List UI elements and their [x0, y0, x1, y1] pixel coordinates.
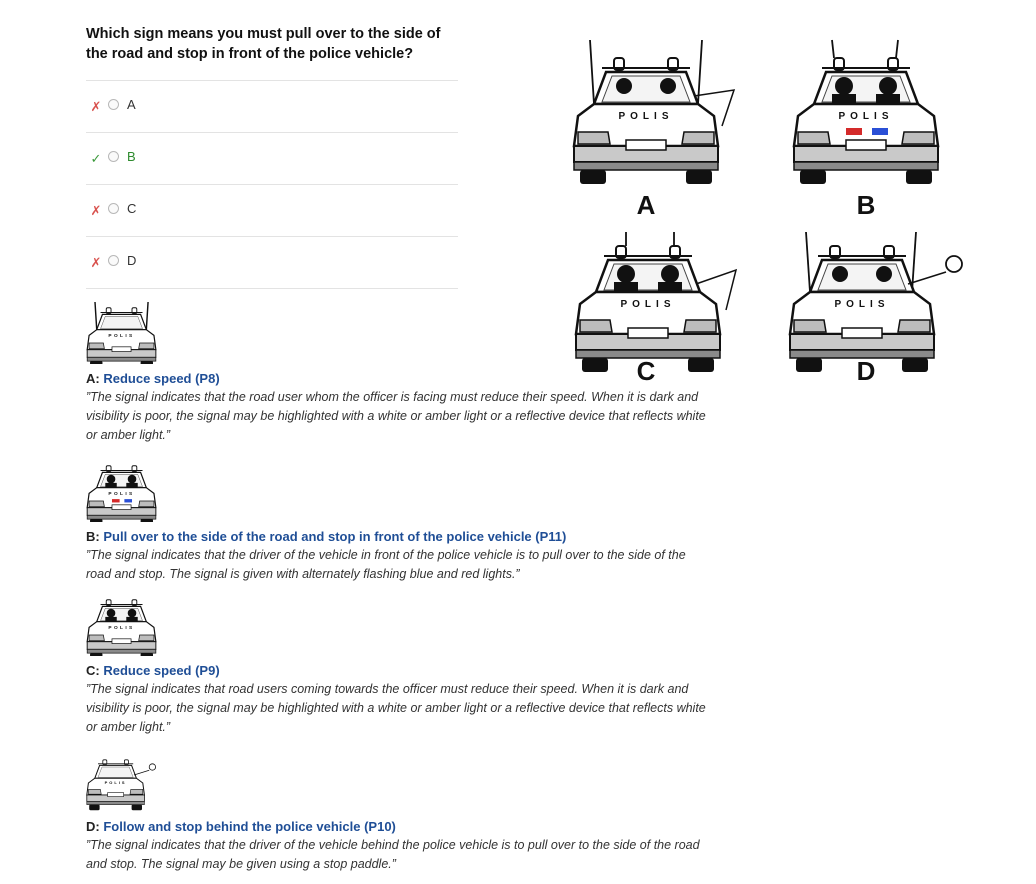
option-b-label: B [127, 149, 136, 164]
answer-options: ✗ A ✓ B ✗ C ✗ D [86, 80, 458, 289]
figure-label-a: A [637, 190, 656, 220]
option-a[interactable]: ✗ A [86, 80, 458, 132]
thumbnail-car-a [86, 302, 157, 364]
thumbnail-car-d [86, 759, 156, 811]
explanation-quote: ”The signal indicates that the driver of… [86, 838, 700, 871]
option-c-label: C [127, 201, 137, 216]
explanation-label: B: [86, 529, 100, 544]
explanation-label: A: [86, 371, 100, 386]
explanation-title-link[interactable]: Reduce speed (P8) [103, 371, 219, 386]
explanation-label: D: [86, 819, 100, 834]
car-illustration-b [792, 39, 940, 186]
radio-button-c[interactable] [108, 203, 119, 214]
wrong-icon: ✗ [90, 203, 102, 218]
explanation-c: C: Reduce speed (P9) ”The signal indicat… [86, 594, 706, 737]
car-illustration-d [788, 231, 963, 374]
car-illustration-a [572, 39, 736, 186]
wrong-icon: ✗ [90, 255, 102, 270]
radio-button-b[interactable] [108, 151, 119, 162]
option-a-label: A [127, 97, 136, 112]
explanation-quote: ”The signal indicates that the driver of… [86, 548, 686, 581]
thumbnail-car-b [86, 465, 157, 522]
explanation-quote: ”The signal indicates that the road user… [86, 390, 706, 442]
explanation-title-link[interactable]: Pull over to the side of the road and st… [103, 529, 566, 544]
explanation-quote: ”The signal indicates that road users co… [86, 682, 706, 734]
option-d[interactable]: ✗ D [86, 236, 458, 289]
explanation-title-link[interactable]: Reduce speed (P9) [103, 663, 219, 678]
explanation-title-link[interactable]: Follow and stop behind the police vehicl… [103, 819, 396, 834]
thumbnail-car-c [86, 599, 157, 656]
explanation-d: D: Follow and stop behind the police veh… [86, 750, 706, 874]
explanation-b: B: Pull over to the side of the road and… [86, 460, 706, 584]
question-text: Which sign means you must pull over to t… [86, 26, 441, 62]
option-c[interactable]: ✗ C [86, 184, 458, 236]
option-d-label: D [127, 253, 137, 268]
figure-label-d: D [857, 356, 876, 386]
radio-button-d[interactable] [108, 255, 119, 266]
explanation-label: C: [86, 663, 100, 678]
explanation-a: A: Reduce speed (P8) ”The signal indicat… [86, 302, 706, 445]
radio-button-a[interactable] [108, 99, 119, 110]
figure-label-b: B [857, 190, 876, 220]
option-b[interactable]: ✓ B [86, 132, 458, 184]
correct-icon: ✓ [90, 151, 102, 166]
wrong-icon: ✗ [90, 99, 102, 114]
